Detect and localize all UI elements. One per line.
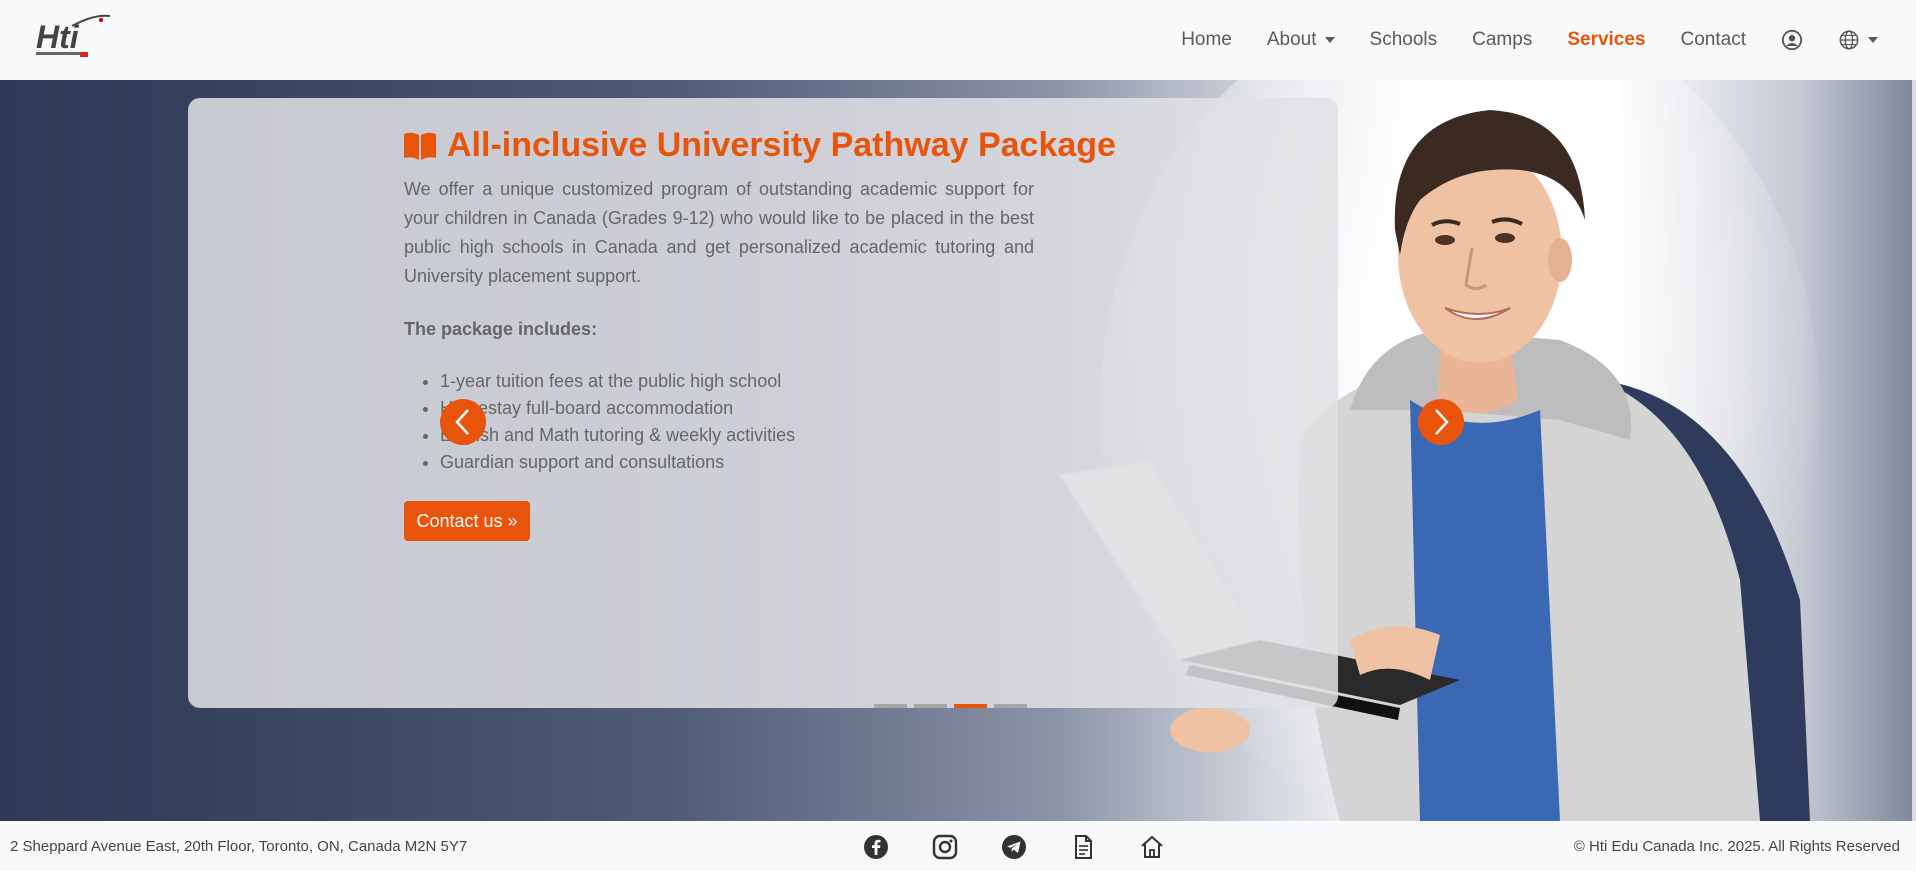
open-book-icon bbox=[404, 132, 436, 160]
nav-camps-label: Camps bbox=[1472, 29, 1533, 50]
instagram-link[interactable] bbox=[931, 833, 959, 861]
chevron-left-icon bbox=[455, 409, 469, 435]
list-item: 1-year tuition fees at the public high s… bbox=[440, 368, 795, 395]
list-item: Guardian support and consultations bbox=[440, 449, 795, 476]
user-circle-icon bbox=[1781, 29, 1803, 51]
nav-services[interactable]: Services bbox=[1567, 29, 1645, 51]
hero-carousel: All-inclusive University Pathway Package… bbox=[0, 80, 1916, 821]
contact-us-button[interactable]: Contact us » bbox=[404, 501, 530, 541]
slide-title: All-inclusive University Pathway Package bbox=[403, 126, 1116, 165]
carousel-indicator-2[interactable] bbox=[914, 704, 947, 708]
facebook-link[interactable] bbox=[862, 833, 890, 861]
slide-card: All-inclusive University Pathway Package… bbox=[188, 98, 1464, 708]
nav-about-label: About bbox=[1266, 29, 1317, 50]
list-item: English and Math tutoring & weekly activ… bbox=[440, 422, 795, 449]
list-item: Homestay full-board accommodation bbox=[440, 395, 795, 422]
nav-home[interactable]: Home bbox=[1181, 29, 1232, 51]
footer-copyright: © Hti Edu Canada Inc. 2025. All Rights R… bbox=[1573, 837, 1900, 855]
slide-description: We offer a unique customized program of … bbox=[404, 179, 1034, 286]
footer-address: 2 Sheppard Avenue East, 20th Floor, Toro… bbox=[10, 837, 468, 855]
chevron-down-icon bbox=[1324, 37, 1335, 43]
chevron-right-icon bbox=[1435, 409, 1449, 435]
social-links bbox=[862, 833, 1207, 861]
document-icon bbox=[1075, 835, 1092, 859]
nav-contact-label: Contact bbox=[1680, 29, 1746, 50]
carousel-indicators bbox=[874, 704, 1034, 708]
package-includes-heading: The package includes: bbox=[404, 319, 598, 339]
scrollbar[interactable] bbox=[1912, 80, 1916, 821]
globe-icon bbox=[1839, 30, 1859, 50]
account-button[interactable] bbox=[1781, 29, 1803, 51]
chevron-down-icon bbox=[1868, 37, 1878, 43]
home-icon bbox=[1141, 835, 1163, 858]
telegram-link[interactable] bbox=[1000, 833, 1028, 861]
nav-schools-label: Schools bbox=[1369, 29, 1438, 50]
document-link[interactable] bbox=[1069, 833, 1097, 861]
nav-schools[interactable]: Schools bbox=[1370, 29, 1438, 51]
home-link[interactable] bbox=[1138, 833, 1166, 861]
package-items-list: 1-year tuition fees at the public high s… bbox=[440, 368, 795, 476]
main-nav: Home About Schools Camps Services Contac… bbox=[1146, 0, 1878, 80]
carousel-indicator-3[interactable] bbox=[954, 704, 987, 708]
nav-contact[interactable]: Contact bbox=[1681, 29, 1746, 51]
telegram-icon bbox=[1002, 835, 1026, 859]
slide-title-text: All-inclusive University Pathway Package bbox=[447, 126, 1116, 164]
language-button[interactable] bbox=[1838, 29, 1878, 51]
hti-logo[interactable]: Hti bbox=[34, 12, 114, 64]
facebook-icon bbox=[864, 835, 888, 859]
footer: 2 Sheppard Avenue East, 20th Floor, Toro… bbox=[0, 821, 1916, 871]
nav-services-label: Services bbox=[1567, 29, 1646, 50]
nav-home-label: Home bbox=[1181, 29, 1232, 50]
nav-about[interactable]: About bbox=[1267, 29, 1335, 51]
carousel-next-button[interactable] bbox=[1418, 399, 1464, 445]
navbar: Hti Home About Schools Camps Services Co… bbox=[0, 0, 1916, 80]
carousel-prev-button[interactable] bbox=[440, 399, 486, 445]
instagram-icon bbox=[932, 834, 958, 860]
carousel-indicator-1[interactable] bbox=[874, 704, 907, 708]
carousel-indicator-4[interactable] bbox=[994, 704, 1027, 708]
nav-camps[interactable]: Camps bbox=[1472, 29, 1532, 51]
